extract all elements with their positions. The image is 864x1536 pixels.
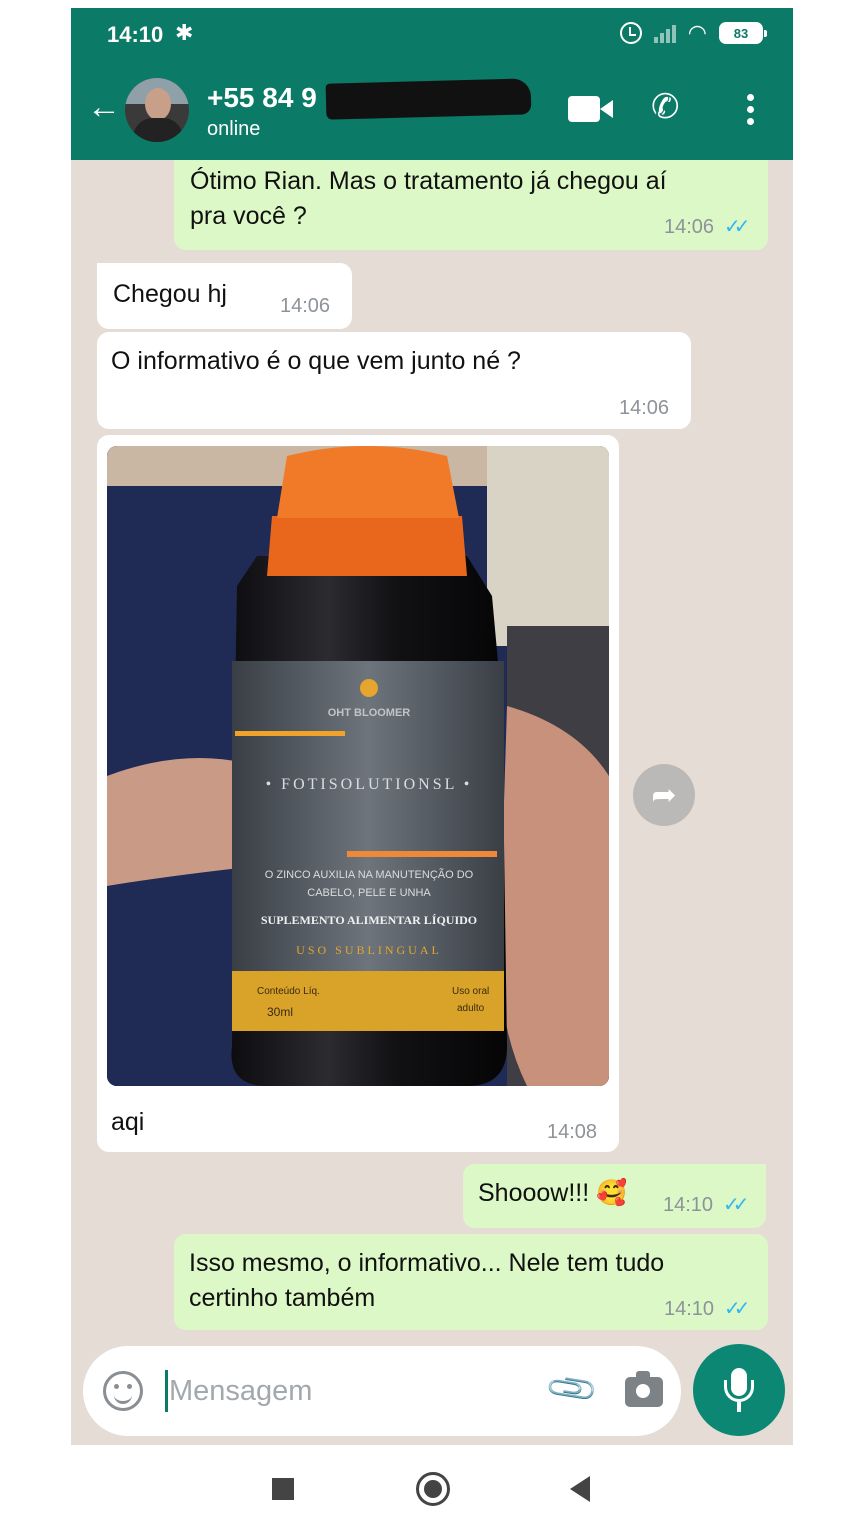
redaction-mark [325, 78, 532, 120]
message-time: 14:10 [664, 1298, 715, 1320]
phone-call-icon[interactable]: ✆ [651, 90, 680, 124]
avatar[interactable] [125, 78, 189, 142]
message-text: Ótimo Rian. Mas o tratamento já chegou a… [190, 167, 667, 195]
attach-icon[interactable]: 📎 [544, 1361, 601, 1417]
alarm-icon [619, 22, 642, 44]
photo-usage: USO SUBLINGUAL [296, 943, 442, 957]
status-icons: ◠ 83 [619, 20, 767, 45]
contact-name[interactable]: +55 84 9 [207, 82, 317, 114]
back-arrow-icon[interactable]: ← [87, 90, 121, 124]
status-time: 14:10 [107, 22, 164, 47]
message-time: 14:06 [280, 295, 331, 317]
read-ticks-icon: ✓✓ [724, 216, 750, 238]
message-input[interactable] [169, 1368, 529, 1414]
mic-button[interactable] [693, 1344, 785, 1436]
product-photo[interactable]: OHT BLOOMER • FOTISOLUTIONSL • O ZINCO A… [107, 446, 609, 1086]
message-time: 14:06 [664, 216, 715, 238]
photo-supplement: SUPLEMENTO ALIMENTAR LÍQUIDO [261, 913, 477, 927]
camera-icon[interactable] [625, 1371, 663, 1407]
video-call-icon[interactable] [568, 96, 613, 122]
message-text: certinho também [189, 1284, 376, 1312]
message-bubble-outgoing[interactable]: Ótimo Rian. Mas o tratamento já chegou a… [174, 160, 768, 250]
forward-icon[interactable]: ➦ [633, 764, 695, 826]
photo-content-value: 30ml [267, 1005, 293, 1019]
contact-status: online [207, 118, 261, 140]
photo-product: • FOTISOLUTIONSL • [266, 776, 473, 793]
signal-icon [653, 23, 676, 43]
emoji-icon[interactable] [103, 1371, 143, 1411]
message-text: Shooow!!! 🥰 [478, 1179, 628, 1207]
photo-desc-2: CABELO, PELE E UNHA [307, 887, 431, 899]
back-button[interactable] [570, 1476, 590, 1502]
recents-button[interactable] [272, 1478, 294, 1500]
photo-brand: OHT BLOOMER [328, 707, 411, 719]
photo-use-label: Uso oral [452, 986, 489, 997]
status-bar: 14:10 ✱ ◠ 83 [71, 8, 793, 64]
photo-desc-1: O ZINCO AUXILIA NA MANUTENÇÃO DO [265, 868, 474, 881]
message-bubble-outgoing[interactable]: Isso mesmo, o informativo... Nele tem tu… [174, 1234, 768, 1330]
message-bubble-incoming[interactable]: Chegou hj 14:06 [97, 263, 352, 329]
message-time: 14:06 [619, 397, 670, 419]
read-ticks-icon: ✓✓ [723, 1194, 749, 1216]
photo-use-value: adulto [457, 1003, 485, 1014]
message-time: 14:08 [547, 1121, 598, 1143]
more-options-icon[interactable] [747, 94, 754, 125]
message-text: Chegou hj [113, 280, 227, 308]
message-bubble-incoming[interactable]: O informativo é o que vem junto né ? 14:… [97, 332, 691, 429]
product-photo-drawing: OHT BLOOMER • FOTISOLUTIONSL • O ZINCO A… [107, 446, 609, 1086]
message-bubble-outgoing[interactable]: Shooow!!! 🥰 14:10 ✓✓ [463, 1164, 766, 1228]
chat-screen: 14:10 ✱ ◠ 83 ← +55 84 9 online ✆ Ótimo R… [71, 8, 793, 1445]
message-text: Isso mesmo, o informativo... Nele tem tu… [189, 1249, 665, 1277]
read-ticks-icon: ✓✓ [724, 1298, 750, 1320]
home-button[interactable] [416, 1472, 450, 1506]
message-text: pra você ? [190, 202, 307, 230]
wifi-icon: ◠ [687, 20, 707, 45]
battery-icon: 83 [719, 22, 767, 44]
message-text: O informativo é o que vem junto né ? [111, 347, 521, 375]
message-composer: 📎 [83, 1346, 681, 1436]
bluetooth-icon: ✱ [175, 20, 194, 45]
message-time: 14:10 [663, 1194, 714, 1216]
chat-header: 14:10 ✱ ◠ 83 ← +55 84 9 online ✆ [71, 8, 793, 160]
photo-content-label: Conteúdo Líq. [257, 986, 320, 997]
image-caption: aqi [111, 1108, 145, 1136]
text-caret [165, 1370, 168, 1412]
